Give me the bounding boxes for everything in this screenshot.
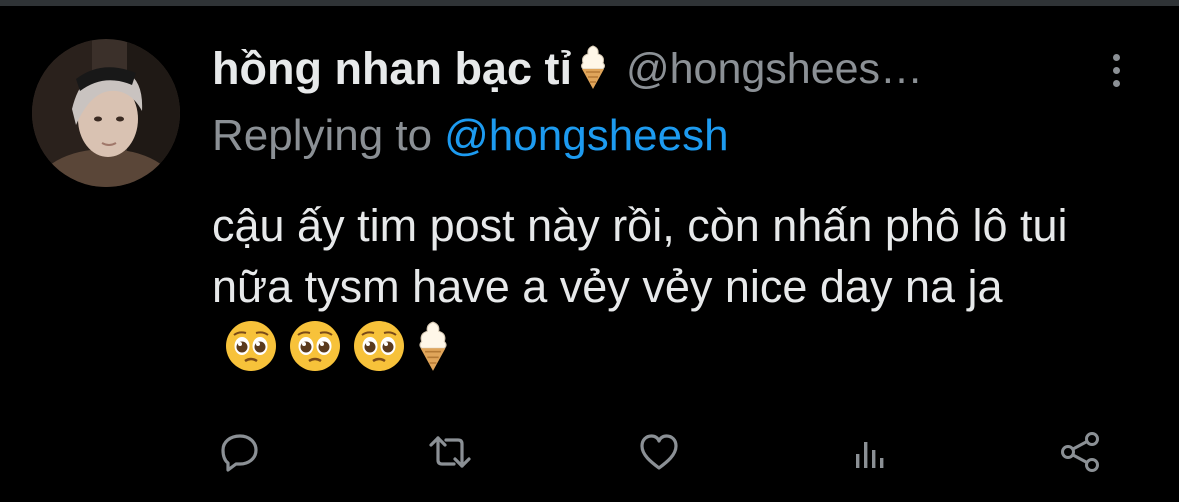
share-button[interactable] bbox=[1052, 426, 1108, 482]
tweet-text: cậu ấy tim post này rồi, còn nhấn phô lô… bbox=[212, 200, 1068, 312]
retweet-icon bbox=[426, 430, 474, 479]
soft-ice-cream-icon bbox=[416, 319, 450, 388]
like-icon bbox=[637, 430, 681, 479]
retweet-button[interactable] bbox=[422, 426, 478, 482]
reply-button[interactable] bbox=[212, 426, 268, 482]
share-icon bbox=[1057, 429, 1103, 480]
user-handle[interactable]: @hongshees… bbox=[626, 45, 923, 94]
like-button[interactable] bbox=[631, 426, 687, 482]
reply-icon bbox=[218, 430, 262, 479]
views-icon bbox=[848, 430, 892, 479]
tweet-body: cậu ấy tim post này rồi, còn nhấn phô lô… bbox=[212, 195, 1132, 388]
replying-to-line: Replying to @hongsheesh bbox=[212, 108, 729, 164]
replying-to-label: Replying to bbox=[212, 111, 433, 160]
display-name[interactable]: hồng nhan bạc tỉ bbox=[212, 43, 572, 95]
soft-ice-cream-icon bbox=[578, 44, 608, 95]
avatar[interactable] bbox=[32, 39, 180, 187]
tweet-actions-bar bbox=[0, 426, 1179, 482]
replying-to-handle[interactable]: @hongsheesh bbox=[444, 111, 728, 161]
pleading-face-icon bbox=[224, 319, 278, 388]
more-options-icon[interactable] bbox=[1098, 50, 1134, 90]
top-divider bbox=[0, 0, 1179, 6]
pleading-face-icon bbox=[352, 319, 406, 388]
tweet-emojis bbox=[224, 319, 460, 388]
tweet-header: hồng nhan bạc tỉ @hongshees… bbox=[212, 36, 1092, 102]
views-button[interactable] bbox=[842, 426, 898, 482]
pleading-face-icon bbox=[288, 319, 342, 388]
